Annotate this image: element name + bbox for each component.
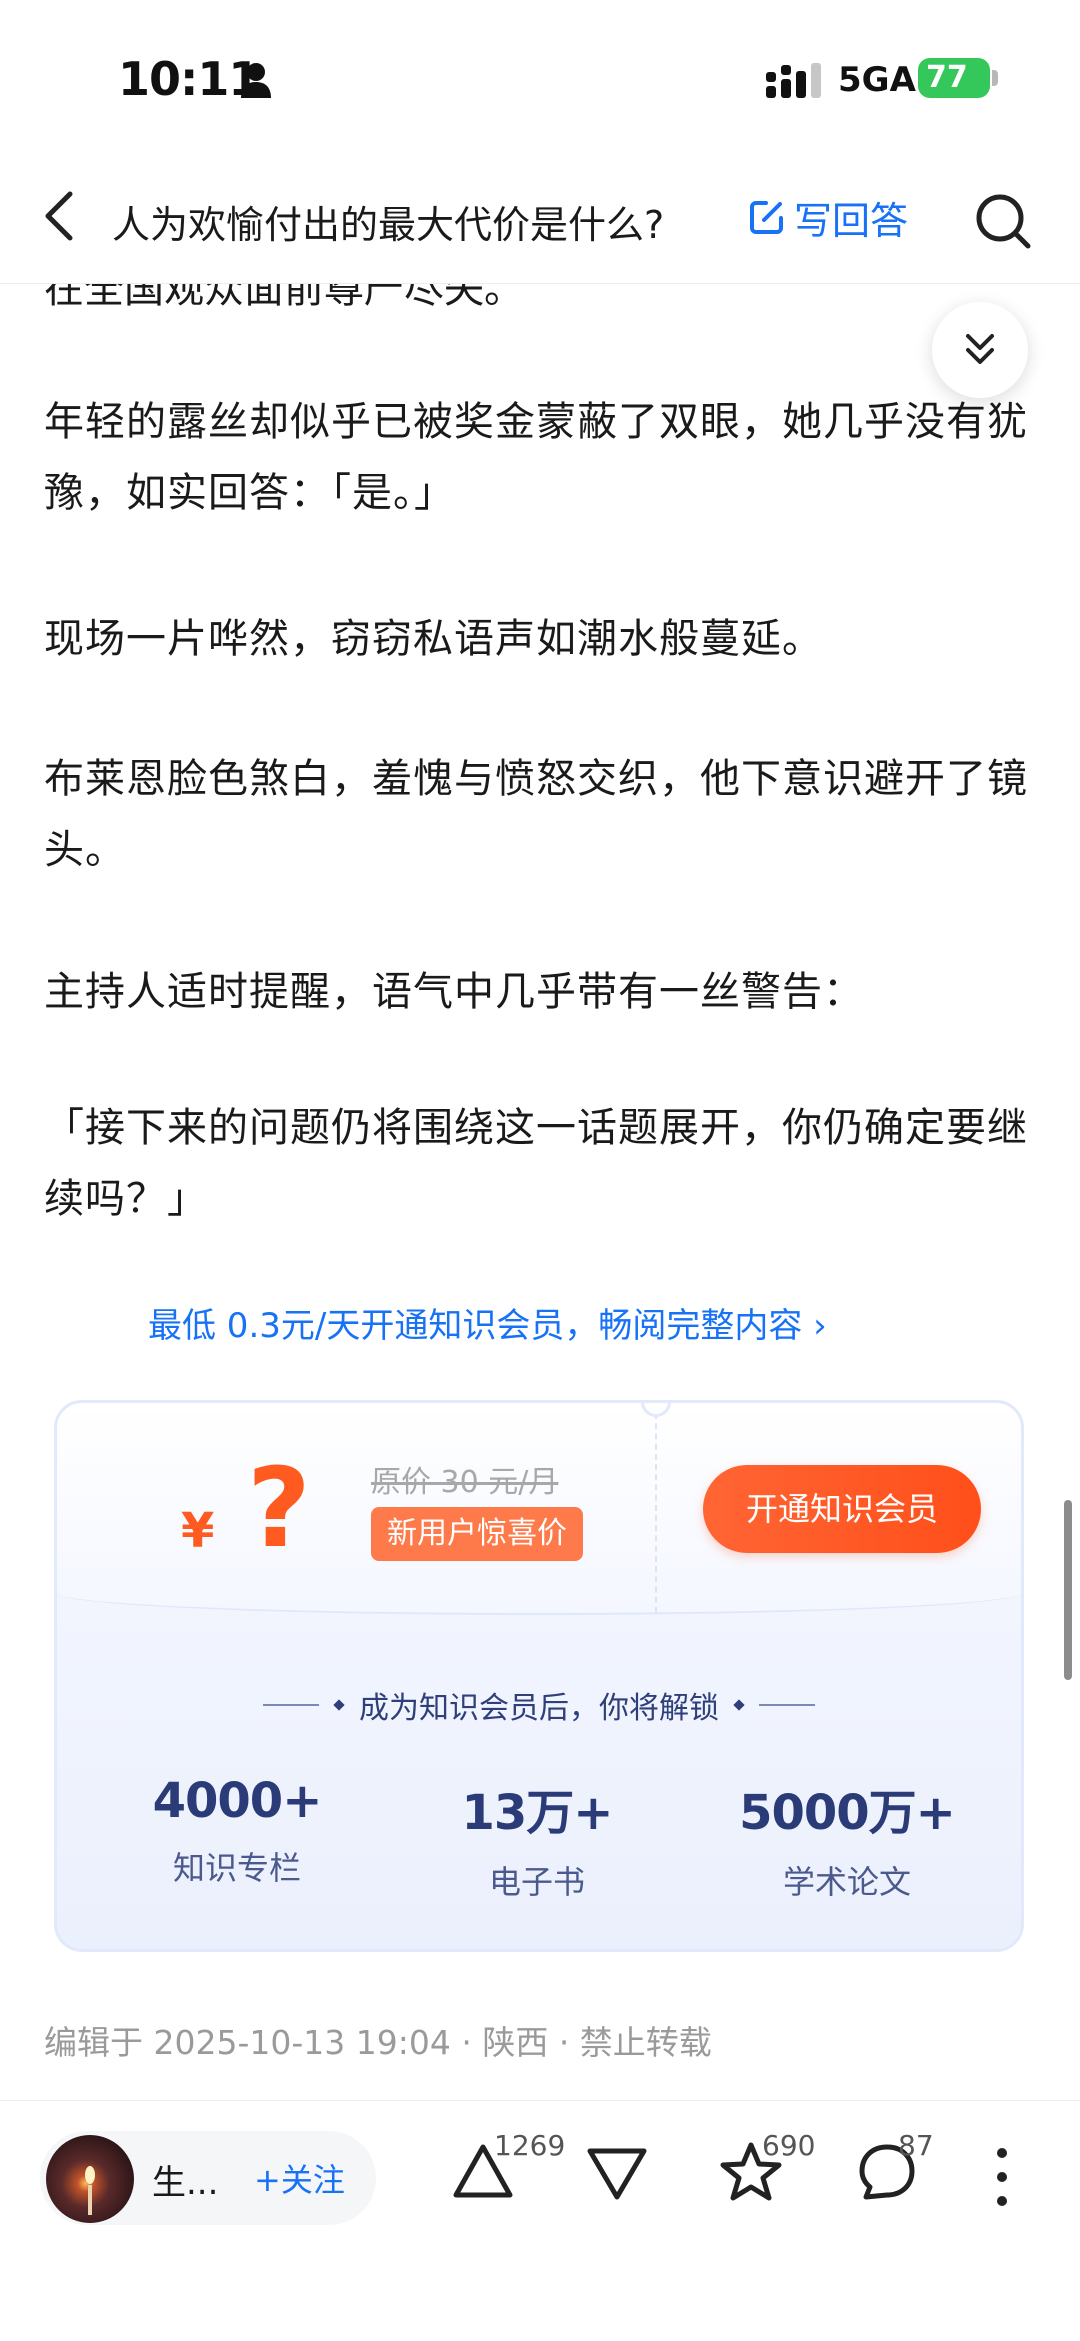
stat-papers: 5000万+ 学术论文 (697, 1773, 997, 1903)
person-icon (241, 63, 271, 98)
original-price: 原价 30 元/月 (371, 1465, 559, 1500)
status-time: 10:11 (118, 52, 260, 106)
battery-indicator: 77 (918, 58, 990, 98)
scrollbar[interactable] (1064, 1500, 1072, 1680)
article-paragraph: 现场一片哗然，窃窃私语声如潮水般蔓延。 (44, 616, 823, 662)
bottom-action-bar: 生... +关注 1269 690 87 (0, 2100, 1080, 2341)
comment-count: 87 (898, 2129, 934, 2162)
new-user-badge: 新用户惊喜价 (371, 1507, 583, 1561)
unlock-title-text: 成为知识会员后，你将解锁 (359, 1691, 719, 1726)
edit-icon (750, 201, 783, 234)
question-title[interactable]: 人为欢愉付出的最大代价是什么? (112, 194, 664, 249)
price-value: ? (247, 1444, 311, 1572)
unlock-title: 成为知识会员后，你将解锁 (57, 1683, 1021, 1727)
stat-label: 电子书 (488, 1863, 585, 1901)
article-paragraph: 年轻的露丝却似乎已被奖金蒙蔽了双眼，她几乎没有犹豫，如实回答：「是。」 (44, 399, 1028, 516)
write-answer-button[interactable]: 写回答 (748, 192, 909, 243)
favorite-button[interactable]: 690 (716, 2129, 815, 2217)
follow-button[interactable]: +关注 (254, 2155, 345, 2201)
membership-promo-link[interactable]: 最低 0.3元/天开通知识会员，畅阅完整内容 › (148, 1298, 827, 1347)
edit-info: 编辑于 2025-10-13 19:04 · 陕西 · 禁止转载 (44, 2023, 712, 2062)
chevron-double-down-icon (966, 334, 994, 364)
status-bar: 10:11 5GA 77 (0, 0, 1080, 150)
more-icon[interactable] (984, 2141, 1020, 2213)
stat-label: 学术论文 (782, 1863, 911, 1901)
stat-value: 13万+ (461, 1785, 613, 1841)
search-icon[interactable] (972, 190, 1034, 252)
avatar[interactable] (46, 2135, 134, 2223)
article-paragraph: 主持人适时提醒，语气中几乎带有一丝警告： (44, 969, 864, 1015)
downvote-button[interactable] (582, 2137, 662, 2217)
battery-tip (992, 70, 998, 86)
signal-icon (766, 63, 821, 98)
stat-columns: 4000+ 知识专栏 (87, 1773, 387, 1889)
collapse-button[interactable] (932, 302, 1028, 398)
price-symbol: ¥ (181, 1503, 215, 1559)
open-membership-button[interactable]: 开通知识会员 (703, 1465, 981, 1553)
author-name[interactable]: 生... (152, 2155, 218, 2204)
divider-line (759, 1704, 815, 1706)
membership-card: ¥ ? 原价 30 元/月 新用户惊喜价 开通知识会员 成为知识会员后，你将解锁… (54, 1400, 1024, 1952)
stat-value: 5000万+ (739, 1785, 956, 1841)
divider-line (263, 1704, 319, 1706)
article-paragraph: 布莱恩脸色煞白，羞愧与愤怒交织，他下意识避开了镜头。 (44, 756, 1028, 873)
stat-value: 4000+ (152, 1773, 323, 1829)
nav-bar: 人为欢愉付出的最大代价是什么? 写回答 (0, 150, 1080, 284)
candle-icon (85, 2166, 95, 2215)
upvote-button[interactable]: 1269 (448, 2129, 565, 2217)
stat-ebooks: 13万+ 电子书 (387, 1773, 687, 1903)
author-pill[interactable]: 生... +关注 (40, 2131, 376, 2225)
favorite-count: 690 (762, 2129, 816, 2162)
battery-level: 77 (926, 60, 968, 95)
card-divider (655, 1413, 657, 1613)
comment-button[interactable]: 87 (852, 2129, 934, 2217)
diamond-icon (333, 1699, 345, 1711)
stat-label: 知识专栏 (172, 1849, 301, 1887)
network-label: 5GA (838, 60, 916, 100)
back-button[interactable] (36, 188, 86, 244)
upvote-count: 1269 (494, 2129, 566, 2162)
article-paragraph: 「接下来的问题仍将围绕这一话题展开，你仍确定要继续吗？」 (44, 1105, 1028, 1222)
write-answer-label: 写回答 (794, 198, 909, 243)
diamond-icon (733, 1699, 745, 1711)
downvote-icon (587, 2148, 647, 2200)
